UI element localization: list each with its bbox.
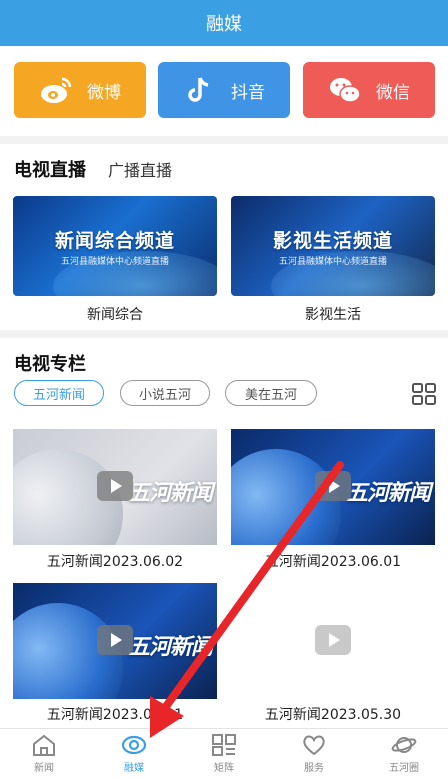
wechat-button[interactable]: 微信 — [303, 62, 435, 118]
tab-radio-live[interactable]: 广播直播 — [108, 157, 172, 181]
nav-label: 矩阵 — [214, 763, 234, 774]
video-title[interactable]: 五河新闻2023.05.31 — [13, 704, 217, 724]
video-title[interactable]: 五河新闻2023.06.01 — [231, 551, 435, 571]
channel-banner-title: 新闻综合频道 — [54, 230, 175, 252]
channel-banner-subtitle: 五河县融媒体中心频道直播 — [278, 257, 387, 267]
thumbnail-text: 五河新闻 — [128, 635, 213, 660]
play-icon — [315, 625, 351, 655]
play-icon — [315, 471, 351, 501]
nav-item-service[interactable]: 服务 — [284, 733, 344, 777]
app-header: 融媒 — [0, 0, 448, 46]
nav-item-wuhe-circle[interactable]: 五河圈 — [374, 733, 434, 777]
channel-label[interactable]: 影视生活 — [231, 304, 435, 324]
play-icon — [97, 471, 133, 501]
video-title[interactable]: 五河新闻2023.06.02 — [13, 551, 217, 571]
nav-label: 新闻 — [34, 763, 54, 774]
filter-pill-beauty-wuhe[interactable]: 美在五河 — [225, 380, 317, 406]
grid-icon — [212, 734, 236, 756]
home-icon — [33, 734, 55, 756]
wechat-icon — [330, 78, 361, 103]
thumbnail-text: 五河新闻 — [128, 481, 213, 506]
channel-label[interactable]: 新闻综合 — [13, 304, 217, 324]
channel-film-card[interactable]: 影视生活频道 五河县融媒体中心频道直播 — [231, 196, 435, 296]
section-title: 电视专栏 — [14, 354, 86, 375]
tv-column-section: 电视专栏 五河新闻 小说五河 美在五河 五河新闻 五河新闻 五河新闻 五河新闻2… — [0, 338, 448, 728]
filter-pill-novel-wuhe[interactable]: 小说五河 — [120, 380, 210, 406]
video-thumbnail[interactable] — [231, 583, 435, 699]
filter-pill-wuhe-news[interactable]: 五河新闻 — [14, 380, 104, 406]
tab-tv-live[interactable]: 电视直播 — [14, 156, 86, 182]
page-title: 融媒 — [206, 14, 242, 35]
nav-item-matrix[interactable]: 矩阵 — [194, 733, 254, 777]
video-thumbnail[interactable]: 五河新闻 — [13, 583, 217, 699]
wechat-label: 微信 — [376, 82, 410, 103]
weibo-label: 微博 — [87, 82, 121, 103]
planet-icon — [391, 737, 417, 753]
video-thumbnail[interactable]: 五河新闻 — [13, 429, 217, 545]
eye-icon — [121, 735, 147, 755]
nav-item-news[interactable]: 新闻 — [14, 733, 74, 777]
bottom-nav: 新闻 融媒 矩阵 服务 五河圈 — [0, 728, 448, 778]
weibo-button[interactable]: 微博 — [14, 62, 146, 118]
video-title[interactable]: 五河新闻2023.05.30 — [231, 704, 435, 724]
social-links: 微博 抖音 微信 — [0, 46, 448, 136]
channel-banner-title: 影视生活频道 — [272, 230, 393, 252]
nav-item-media[interactable]: 融媒 — [104, 733, 164, 777]
tv-live-section: 电视直播 广播直播 新闻综合频道 五河县融媒体中心频道直播 影视生活频道 五河县… — [0, 144, 448, 330]
grid-view-icon[interactable] — [412, 383, 436, 405]
channel-banner-subtitle: 五河县融媒体中心频道直播 — [60, 257, 169, 267]
play-icon — [97, 625, 133, 655]
video-thumbnail[interactable]: 五河新闻 — [231, 429, 435, 545]
douyin-label: 抖音 — [231, 82, 265, 103]
nav-label: 五河圈 — [389, 763, 419, 774]
thumbnail-text: 五河新闻 — [346, 481, 431, 506]
channel-news-card[interactable]: 新闻综合频道 五河县融媒体中心频道直播 — [13, 196, 217, 296]
nav-label: 服务 — [304, 763, 324, 774]
weibo-icon — [41, 77, 72, 103]
nav-label: 融媒 — [124, 763, 144, 774]
heart-icon — [303, 735, 325, 756]
douyin-button[interactable]: 抖音 — [158, 62, 290, 118]
douyin-icon — [188, 77, 209, 102]
